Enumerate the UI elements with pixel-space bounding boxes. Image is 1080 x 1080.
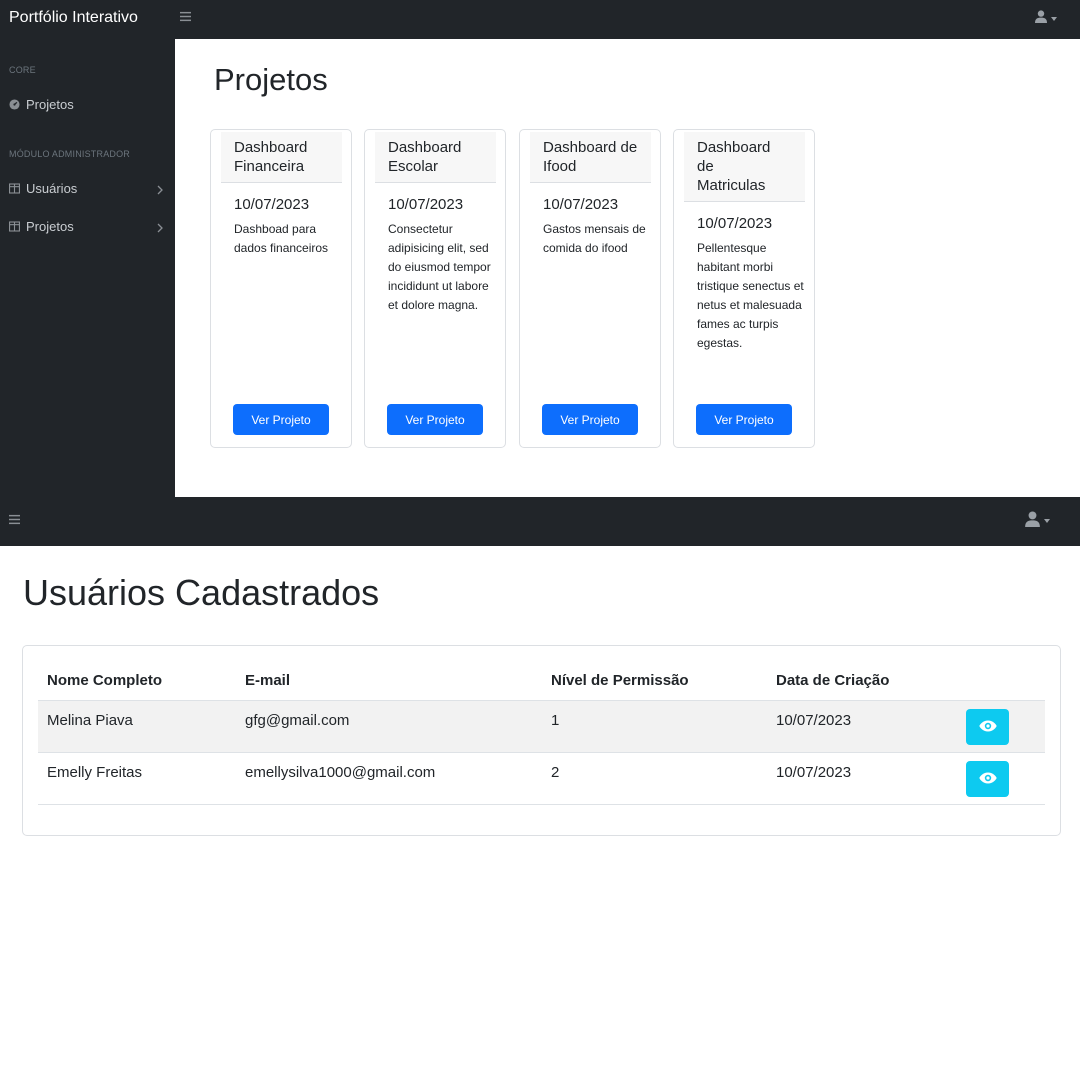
- users-table-card: Nome Completo E-mail Nível de Permissão …: [22, 645, 1061, 836]
- top-navbar: Portfólio Interativo: [0, 0, 1080, 39]
- sidebar-item-label: Projetos: [26, 97, 74, 112]
- project-card: Dashboard de Matriculas 10/07/2023 Pelle…: [673, 129, 815, 448]
- sidebar-heading-core: CORE: [9, 65, 36, 75]
- table-row: Emelly Freitas emellysilva1000@gmail.com…: [38, 753, 1045, 805]
- table-row: Melina Piava gfg@gmail.com 1 10/07/2023: [38, 701, 1045, 753]
- users-table: Nome Completo E-mail Nível de Permissão …: [38, 661, 1045, 805]
- sidebar: CORE Projetos MÓDULO ADMINISTRADOR Usuár…: [0, 39, 175, 497]
- card-date: 10/07/2023: [388, 196, 464, 213]
- eye-icon: [978, 720, 997, 735]
- page-title: Projetos: [214, 62, 328, 97]
- user-icon: [1025, 510, 1040, 532]
- eye-icon: [978, 772, 997, 787]
- table-header-row: Nome Completo E-mail Nível de Permissão …: [38, 661, 1045, 701]
- brand-title[interactable]: Portfólio Interativo: [9, 9, 138, 27]
- cell-created: 10/07/2023: [776, 764, 852, 781]
- column-header-nivel: Nível de Permissão: [551, 672, 689, 689]
- cell-email: gfg@gmail.com: [245, 712, 350, 729]
- project-card: Dashboard Escolar 10/07/2023 Consectetur…: [364, 129, 506, 448]
- sidebar-item-projetos[interactable]: Projetos: [9, 97, 164, 112]
- chevron-right-icon: [156, 223, 164, 232]
- cell-email: emellysilva1000@gmail.com: [245, 764, 436, 781]
- user-menu-dropdown[interactable]: [1035, 10, 1057, 28]
- columns-icon: [9, 183, 20, 194]
- columns-icon: [9, 221, 20, 232]
- view-user-button[interactable]: [966, 761, 1009, 797]
- sidebar-toggle-icon[interactable]: [180, 11, 194, 25]
- card-date: 10/07/2023: [234, 196, 310, 213]
- ver-projeto-button[interactable]: Ver Projeto: [696, 404, 792, 435]
- sidebar-item-usuarios[interactable]: Usuários: [9, 181, 164, 196]
- project-card: Dashboard Financeira 10/07/2023 Dashboad…: [210, 129, 352, 448]
- ver-projeto-button[interactable]: Ver Projeto: [542, 404, 638, 435]
- view-user-button[interactable]: [966, 709, 1009, 745]
- project-card: Dashboard de Ifood 10/07/2023 Gastos men…: [519, 129, 661, 448]
- cell-level: 2: [551, 764, 560, 781]
- cell-created: 10/07/2023: [776, 712, 852, 729]
- ver-projeto-button[interactable]: Ver Projeto: [387, 404, 483, 435]
- user-menu-dropdown[interactable]: [1025, 510, 1050, 532]
- sidebar-item-label: Projetos: [26, 219, 74, 234]
- card-description: Consectetur adipisicing elit, sed do eiu…: [388, 222, 491, 312]
- sidebar-item-label: Usuários: [26, 181, 78, 196]
- card-description: Pellentesque habitant morbi tristique se…: [697, 241, 804, 350]
- top-navbar: [0, 497, 1080, 546]
- card-date: 10/07/2023: [697, 215, 773, 232]
- ver-projeto-button[interactable]: Ver Projeto: [233, 404, 329, 435]
- card-title: Dashboard Financeira: [221, 132, 342, 183]
- card-description: Dashboad para dados financeiros: [234, 222, 329, 255]
- chevron-down-icon: [1044, 519, 1050, 523]
- column-header-email: E-mail: [245, 672, 291, 689]
- cell-level: 1: [551, 712, 560, 729]
- card-date: 10/07/2023: [543, 196, 619, 213]
- card-title: Dashboard de Matriculas: [684, 132, 805, 202]
- users-screen: Usuários Cadastrados Nome Completo E-mai…: [0, 497, 1080, 1080]
- page-title: Usuários Cadastrados: [23, 572, 380, 613]
- cell-name: Emelly Freitas: [47, 764, 143, 781]
- column-header-data: Data de Criação: [776, 672, 890, 689]
- chevron-right-icon: [156, 185, 164, 194]
- sidebar-item-projetos-admin[interactable]: Projetos: [9, 219, 164, 234]
- card-title: Dashboard de Ifood: [530, 132, 651, 183]
- user-icon: [1035, 10, 1047, 28]
- sidebar-heading-admin: MÓDULO ADMINISTRADOR: [9, 149, 131, 159]
- gauge-icon: [9, 99, 20, 110]
- card-title: Dashboard Escolar: [375, 132, 496, 183]
- card-description: Gastos mensais de comida do ifood: [543, 222, 646, 255]
- chevron-down-icon: [1051, 17, 1057, 21]
- column-header-nome: Nome Completo: [47, 672, 163, 689]
- portfolio-screen: Portfólio Interativo CORE Projetos MÓDUL…: [0, 0, 1080, 497]
- cell-name: Melina Piava: [47, 712, 133, 729]
- sidebar-toggle-icon[interactable]: [9, 514, 21, 526]
